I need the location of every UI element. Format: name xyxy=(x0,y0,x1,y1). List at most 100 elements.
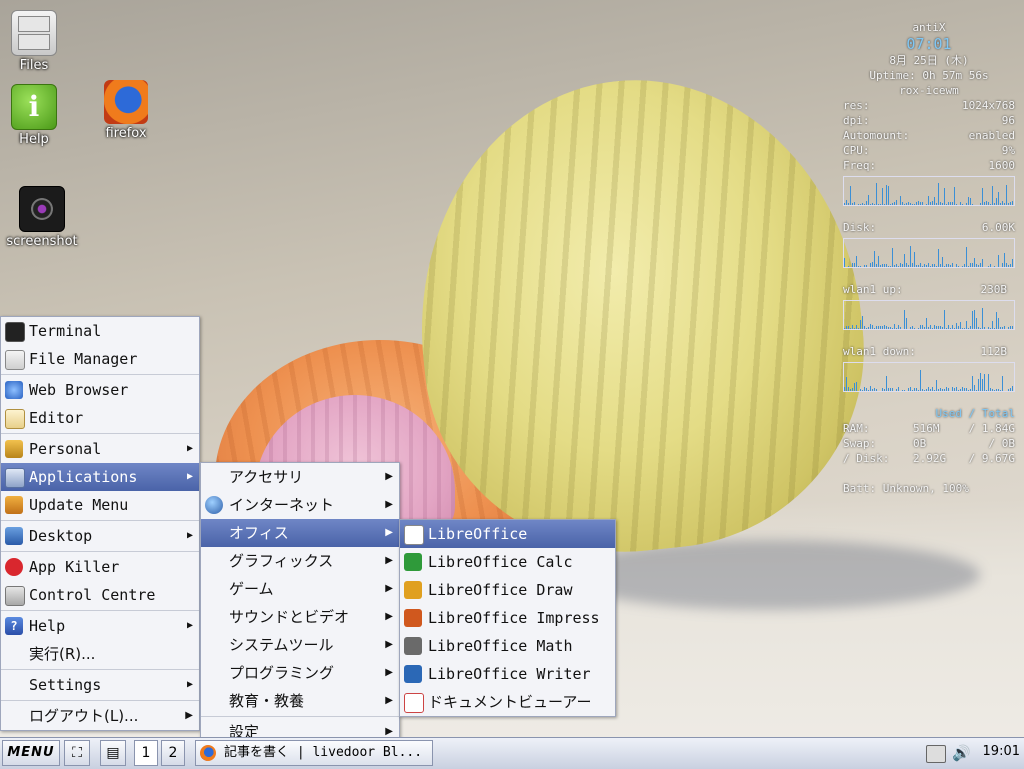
menu-item-desktop[interactable]: Desktop ▶ xyxy=(1,522,199,550)
menu-item-programming[interactable]: プログラミング ▶ xyxy=(201,659,399,687)
swap-used: 0B xyxy=(913,437,927,450)
graph-bar xyxy=(982,379,983,391)
graph-bar xyxy=(860,266,861,267)
app-killer-icon xyxy=(5,558,23,576)
menu-item-label: File Manager xyxy=(29,350,138,368)
menu-item-terminal[interactable]: Terminal xyxy=(1,317,199,345)
menu-item-applications[interactable]: Applications ▶ xyxy=(1,463,199,491)
menu-item-internet[interactable]: インターネット ▶ xyxy=(201,491,399,519)
menu-item-sound-video[interactable]: サウンドとビデオ ▶ xyxy=(201,603,399,631)
submenu-arrow-icon: ▶ xyxy=(186,530,193,541)
battery-status: Batt: Unknown, 100% xyxy=(843,482,969,495)
conky-clock: 07:01 xyxy=(906,35,952,53)
menu-item-logout[interactable]: ログアウト(L)... ▶ xyxy=(1,702,199,730)
graph-bar xyxy=(876,183,877,205)
graph-bar xyxy=(918,201,919,205)
graph-bar xyxy=(914,204,915,205)
graph-bar xyxy=(982,308,983,329)
graph-bar xyxy=(858,266,859,267)
cpu-label: CPU: xyxy=(843,144,870,157)
graph-bar xyxy=(942,389,943,391)
desktop-icon-firefox[interactable]: firefox xyxy=(86,80,166,141)
taskbar: MENU ⛶ ▤ 1 2 記事を書く | livedoor Bl... 🔊 19… xyxy=(0,737,1024,769)
menu-item-app-killer[interactable]: App Killer xyxy=(1,553,199,581)
graph-bar xyxy=(890,388,891,391)
system-tray: 🔊 19:01 xyxy=(924,740,1024,766)
graph-bar xyxy=(900,263,901,267)
menu-item-document-viewer[interactable]: ドキュメントビューアー xyxy=(400,688,615,716)
menu-item-run[interactable]: 実行(R)... xyxy=(1,640,199,668)
start-menu-button[interactable]: MENU xyxy=(2,740,60,766)
graph-bar xyxy=(932,264,933,267)
keyboard-icon[interactable] xyxy=(926,745,946,763)
desktop-icon-files[interactable]: Files xyxy=(0,10,74,73)
graph-bar xyxy=(886,185,887,205)
workspace-1-button[interactable]: 1 xyxy=(134,740,158,766)
graph-bar xyxy=(1012,326,1013,329)
menu-item-libreoffice-writer[interactable]: LibreOffice Writer xyxy=(400,660,615,688)
menu-item-update-menu[interactable]: Update Menu xyxy=(1,491,199,519)
graph-bar xyxy=(922,266,923,267)
ram-row: RAM: 516M / 1.84G xyxy=(843,421,1015,436)
menu-item-file-manager[interactable]: File Manager xyxy=(1,345,199,373)
desktop-icon-screenshot[interactable]: screenshot xyxy=(2,186,82,249)
automount-label: Automount: xyxy=(843,129,910,142)
menu-item-libreoffice-math[interactable]: LibreOffice Math xyxy=(400,632,615,660)
menu-item-libreoffice-draw[interactable]: LibreOffice Draw xyxy=(400,576,615,604)
graph-bar xyxy=(856,256,857,267)
files-launcher-button[interactable]: ▤ xyxy=(100,740,126,766)
menu-item-accessories[interactable]: アクセサリ ▶ xyxy=(201,463,399,491)
menu-item-label: Terminal xyxy=(29,322,102,340)
menu-item-libreoffice-impress[interactable]: LibreOffice Impress xyxy=(400,604,615,632)
menu-item-label: アクセサリ xyxy=(229,468,304,486)
graph-bar xyxy=(894,202,895,205)
menu-item-libreoffice[interactable]: LibreOffice xyxy=(400,520,615,548)
menu-item-personal[interactable]: Personal ▶ xyxy=(1,435,199,463)
menu-item-help[interactable]: ? Help ▶ xyxy=(1,612,199,640)
graph-bar xyxy=(962,204,963,205)
menu-separator xyxy=(1,610,199,611)
submenu-arrow-icon: ▶ xyxy=(385,471,393,482)
editor-icon xyxy=(5,409,25,429)
graph-bar xyxy=(860,204,861,205)
graph-bar xyxy=(926,204,927,205)
menu-item-editor[interactable]: Editor xyxy=(1,404,199,432)
menu-separator xyxy=(1,551,199,552)
graph-bar xyxy=(918,265,919,267)
volume-icon[interactable]: 🔊 xyxy=(952,745,971,761)
menu-item-education[interactable]: 教育・教養 ▶ xyxy=(201,687,399,715)
graph-bar xyxy=(988,202,989,205)
graph-bar xyxy=(944,266,945,267)
graph-bar xyxy=(926,265,927,267)
graph-bar xyxy=(978,327,979,329)
graph-bar xyxy=(906,203,907,205)
graph-bar xyxy=(948,325,949,329)
graph-bar xyxy=(948,202,949,205)
menu-item-control-centre[interactable]: Control Centre xyxy=(1,581,199,609)
menu-item-libreoffice-calc[interactable]: LibreOffice Calc xyxy=(400,548,615,576)
menu-item-games[interactable]: ゲーム ▶ xyxy=(201,575,399,603)
graph-bar xyxy=(844,387,845,391)
firefox-icon xyxy=(200,745,216,761)
taskbar-clock[interactable]: 19:01 xyxy=(983,744,1020,759)
graph-bar xyxy=(928,387,929,391)
desktop-icon-help[interactable]: i Help xyxy=(0,84,74,147)
workspace-2-button[interactable]: 2 xyxy=(161,740,185,766)
menu-item-system-tools[interactable]: システムツール ▶ xyxy=(201,631,399,659)
graph-bar xyxy=(852,388,853,391)
menu-item-web-browser[interactable]: Web Browser xyxy=(1,376,199,404)
menu-item-graphics[interactable]: グラフィックス ▶ xyxy=(201,547,399,575)
firefox-icon xyxy=(104,80,148,124)
taskbar-window-button[interactable]: 記事を書く | livedoor Bl... xyxy=(195,740,433,766)
update-menu-icon xyxy=(5,496,23,514)
graph-bar xyxy=(1008,265,1009,267)
menu-item-label: Desktop xyxy=(29,527,93,545)
submenu-arrow-icon: ▶ xyxy=(385,527,393,538)
show-desktop-button[interactable]: ⛶ xyxy=(64,740,90,766)
menu-item-settings[interactable]: Settings ▶ xyxy=(1,671,199,699)
graph-bar xyxy=(960,389,961,391)
graph-bar xyxy=(984,374,985,391)
graph-bar xyxy=(876,389,877,391)
menu-item-office[interactable]: オフィス ▶ xyxy=(201,519,399,547)
graph-bar xyxy=(968,197,969,205)
